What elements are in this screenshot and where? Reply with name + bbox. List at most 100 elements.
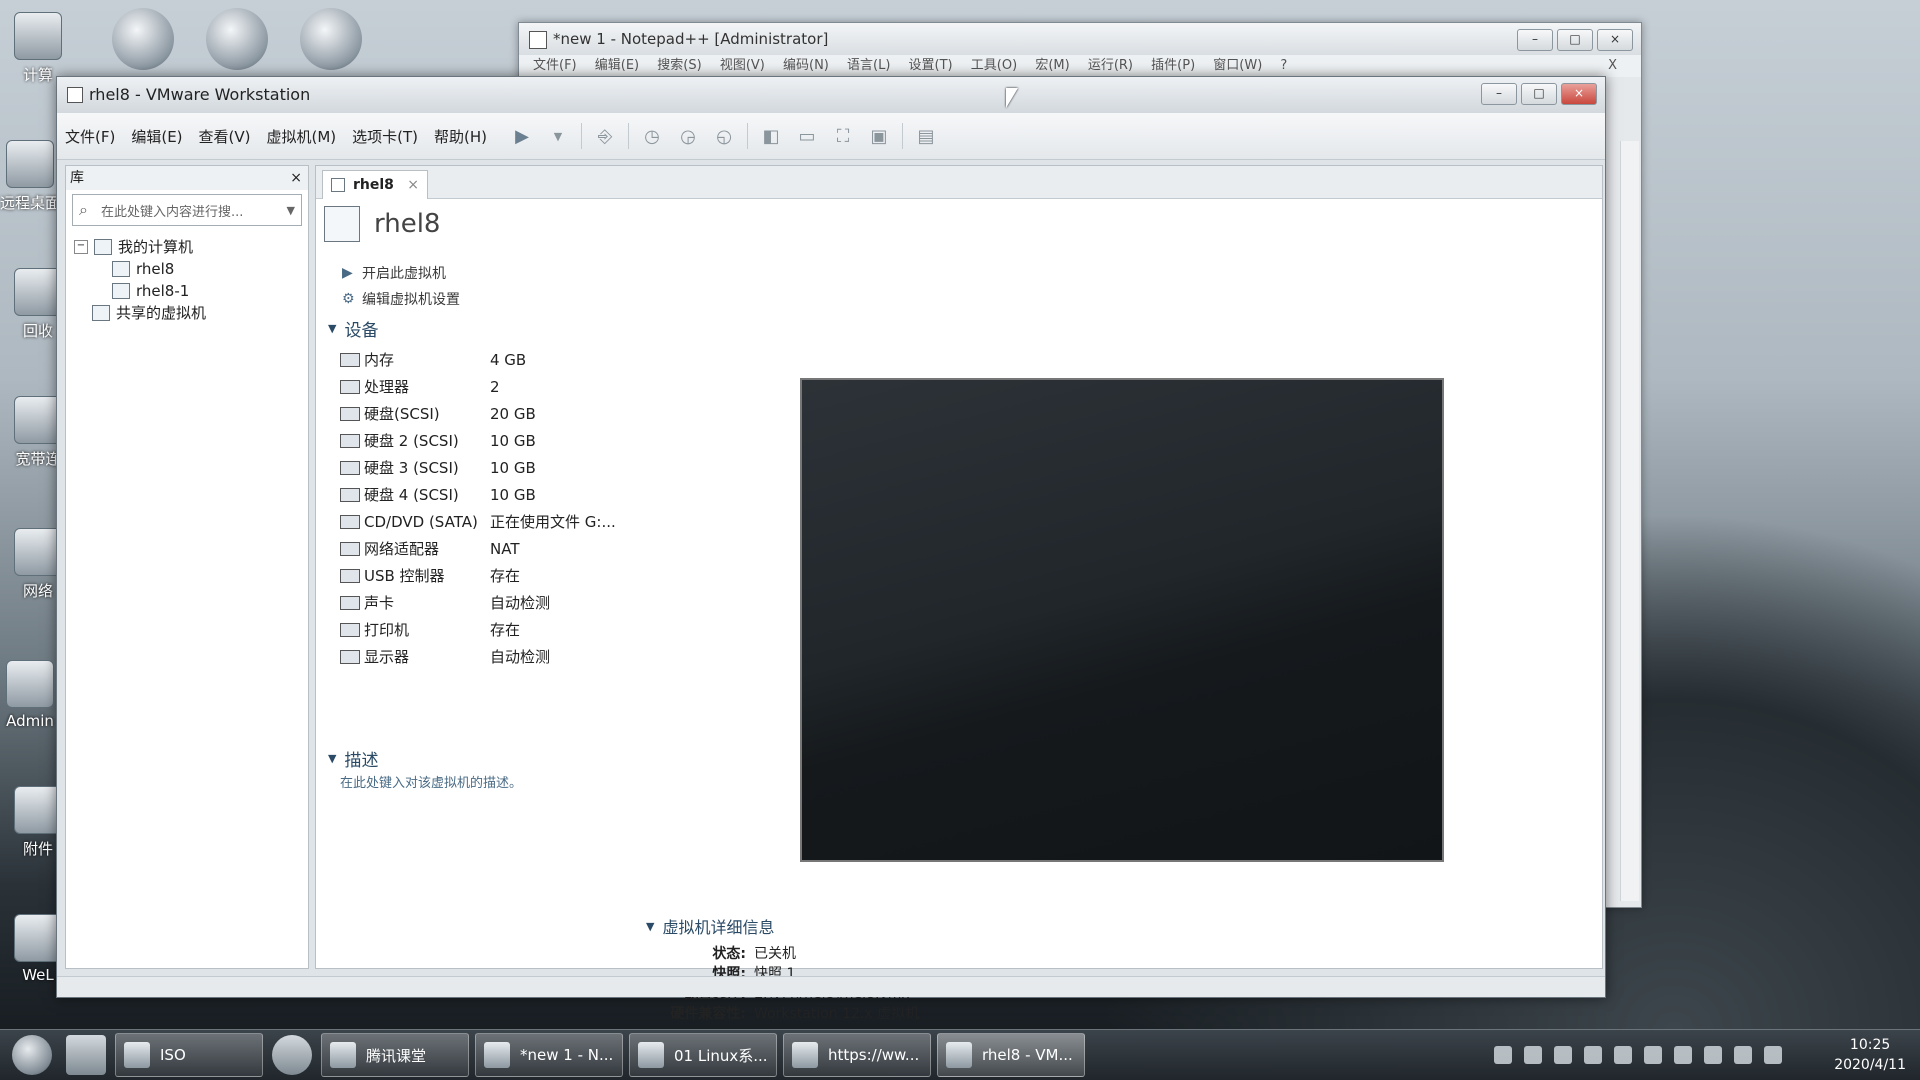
feather-app-shortcut-icon[interactable]	[206, 8, 268, 70]
device-row-hdd-3[interactable]: 硬盘 3 (SCSI) 10 GB	[340, 454, 760, 481]
desktop-icon-computer[interactable]: 计算	[8, 12, 68, 85]
tree-item-rhel8[interactable]: rhel8	[74, 258, 308, 280]
chevron-down-icon[interactable]: ▼	[287, 204, 295, 217]
notepad-menu-file[interactable]: 文件(F)	[533, 58, 577, 73]
lock-tray-icon[interactable]	[1524, 1046, 1543, 1064]
library-search-input[interactable]: ⌕ 在此处键入内容进行搜... ▼	[72, 194, 302, 226]
sogou-shortcut-icon[interactable]	[112, 8, 174, 70]
power-on-vm-link[interactable]: ▶ 开启此虚拟机	[342, 260, 460, 286]
menu-vm[interactable]: 虚拟机(M)	[259, 126, 345, 147]
network-tray-icon[interactable]	[1614, 1046, 1633, 1064]
send-ctrl-alt-del-icon[interactable]: ⎆	[592, 124, 618, 148]
snapshot-manager-icon[interactable]: ◵	[711, 124, 737, 148]
device-row-hdd[interactable]: 硬盘(SCSI) 20 GB	[340, 400, 760, 427]
thumbnail-bar-icon[interactable]: ▭	[794, 124, 820, 148]
vm-header: rhel8	[324, 206, 440, 242]
shield-tray-icon[interactable]	[1554, 1046, 1573, 1064]
taskbar-item-browser[interactable]: https://ww...	[783, 1033, 931, 1077]
sogou-tray-icon[interactable]	[1494, 1046, 1513, 1064]
revert-snapshot-icon[interactable]: ◶	[675, 124, 701, 148]
security-tray-icon[interactable]	[1584, 1046, 1603, 1064]
notepad-menu-settings[interactable]: 设置(T)	[909, 58, 953, 73]
clock[interactable]: 10:25 2020/4/11	[1834, 1035, 1906, 1075]
notepad-vertical-scrollbar[interactable]	[1620, 141, 1639, 901]
device-row-sound[interactable]: 声卡 自动检测	[340, 589, 760, 616]
vmware-titlebar[interactable]: rhel8 - VMware Workstation – □ ×	[57, 77, 1605, 113]
device-row-cdrom[interactable]: CD/DVD (SATA) 正在使用文件 G:...	[340, 508, 760, 535]
vmware-minimize-button[interactable]: –	[1481, 83, 1517, 105]
devices-section-header[interactable]: ▼ 设备	[328, 316, 378, 341]
menu-tabs[interactable]: 选项卡(T)	[344, 126, 426, 147]
notepad-close-button[interactable]: ×	[1597, 29, 1633, 51]
notepad-menu-view[interactable]: 视图(V)	[720, 58, 765, 73]
snapshot-icon[interactable]: ◷	[639, 124, 665, 148]
device-row-printer[interactable]: 打印机 存在	[340, 616, 760, 643]
taskbar-item-notepad[interactable]: *new 1 - N...	[475, 1033, 623, 1077]
wired-network-tray-icon[interactable]	[1764, 1046, 1783, 1064]
notepad-menu-plugins[interactable]: 插件(P)	[1151, 58, 1195, 73]
vmware-window[interactable]: rhel8 - VMware Workstation – □ × 文件(F) 编…	[56, 76, 1606, 1022]
quicklaunch-desktop-icon[interactable]	[66, 1035, 106, 1075]
library-close-button[interactable]: ×	[290, 166, 302, 190]
device-row-usb[interactable]: USB 控制器 存在	[340, 562, 760, 589]
description-section-header[interactable]: ▼ 描述	[328, 746, 378, 771]
taskbar-item-iso[interactable]: ISO	[115, 1033, 263, 1077]
vmware-close-button[interactable]: ×	[1561, 83, 1597, 105]
tree-item-rhel8-1[interactable]: rhel8-1	[74, 280, 308, 302]
vm-name: rhel8	[374, 209, 441, 239]
display-tray-icon[interactable]	[1674, 1046, 1693, 1064]
notepad-menu-macro[interactable]: 宏(M)	[1035, 58, 1069, 73]
hard-disk-icon	[340, 487, 360, 502]
show-library-icon[interactable]: ◧	[758, 124, 784, 148]
menu-help[interactable]: 帮助(H)	[426, 126, 495, 147]
full-screen-icon[interactable]: ⛶	[830, 124, 856, 148]
description-field[interactable]: 在此处键入对该虚拟机的描述。	[340, 772, 522, 791]
device-row-display[interactable]: 显示器 自动检测	[340, 643, 760, 670]
device-row-hdd-4[interactable]: 硬盘 4 (SCSI) 10 GB	[340, 481, 760, 508]
menu-file[interactable]: 文件(F)	[57, 126, 123, 147]
tab-rhel8[interactable]: rhel8 ×	[322, 170, 428, 199]
quicklaunch-sogou-icon[interactable]	[272, 1035, 312, 1075]
notepad-menu-encoding[interactable]: 编码(N)	[783, 58, 829, 73]
notepad-menu-help[interactable]: ?	[1280, 58, 1287, 73]
device-row-processor[interactable]: 处理器 2	[340, 373, 760, 400]
notepad-maximize-button[interactable]: □	[1557, 29, 1593, 51]
notepad-menu-language[interactable]: 语言(L)	[847, 58, 890, 73]
menu-view[interactable]: 查看(V)	[191, 126, 259, 147]
notepad-menu-run[interactable]: 运行(R)	[1088, 58, 1133, 73]
tree-item-my-computer[interactable]: − 我的计算机	[74, 236, 308, 258]
notepad-menu-tools[interactable]: 工具(O)	[971, 58, 1017, 73]
notepad-menu-window[interactable]: 窗口(W)	[1213, 58, 1262, 73]
taskbar-item-vmware[interactable]: rhel8 - VM...	[937, 1033, 1085, 1077]
vmware-maximize-button[interactable]: □	[1521, 83, 1557, 105]
notepad-menu-edit[interactable]: 编辑(E)	[595, 58, 639, 73]
unity-icon[interactable]: ▣	[866, 124, 892, 148]
tab-close-icon[interactable]: ×	[407, 177, 419, 193]
notepad-menu-search[interactable]: 搜索(S)	[657, 58, 701, 73]
penguin-tray-icon[interactable]	[1704, 1046, 1723, 1064]
collapse-icon[interactable]: −	[74, 240, 88, 254]
taskbar-item-tencent-classroom[interactable]: 腾讯课堂	[321, 1033, 469, 1077]
tree-item-shared-vms[interactable]: 共享的虚拟机	[74, 302, 308, 324]
taskbar-item-word-doc[interactable]: 01 Linux系...	[629, 1033, 777, 1077]
notepad-minimize-button[interactable]: –	[1517, 29, 1553, 51]
printer-icon	[340, 622, 360, 637]
start-button[interactable]	[12, 1035, 52, 1075]
notepad-titlebar[interactable]: *new 1 - Notepad++ [Administrator] – □ ×	[519, 23, 1641, 55]
console-view-icon[interactable]: ▤	[913, 124, 939, 148]
device-row-network[interactable]: 网络适配器 NAT	[340, 535, 760, 562]
edit-vm-settings-link[interactable]: ⚙ 编辑虚拟机设置	[342, 286, 460, 312]
power-dropdown-icon[interactable]: ▼	[545, 124, 571, 148]
cloud-tray-icon[interactable]	[1644, 1046, 1663, 1064]
device-row-hdd-2[interactable]: 硬盘 2 (SCSI) 10 GB	[340, 427, 760, 454]
device-row-memory[interactable]: 内存 4 GB	[340, 346, 760, 373]
chat-app-shortcut-icon[interactable]	[300, 8, 362, 70]
desktop-icon-admin[interactable]: Admin	[0, 660, 60, 730]
power-on-icon[interactable]: ▶	[509, 124, 535, 148]
volume-tray-icon[interactable]	[1734, 1046, 1753, 1064]
vm-screen-preview[interactable]	[800, 378, 1444, 862]
desktop-icon-remote-desktop[interactable]: 远程桌面	[0, 140, 60, 213]
vm-details-header[interactable]: ▼ 虚拟机详细信息	[646, 914, 919, 938]
notepad-doc-close[interactable]: X	[1608, 55, 1617, 77]
menu-edit[interactable]: 编辑(E)	[123, 126, 190, 147]
